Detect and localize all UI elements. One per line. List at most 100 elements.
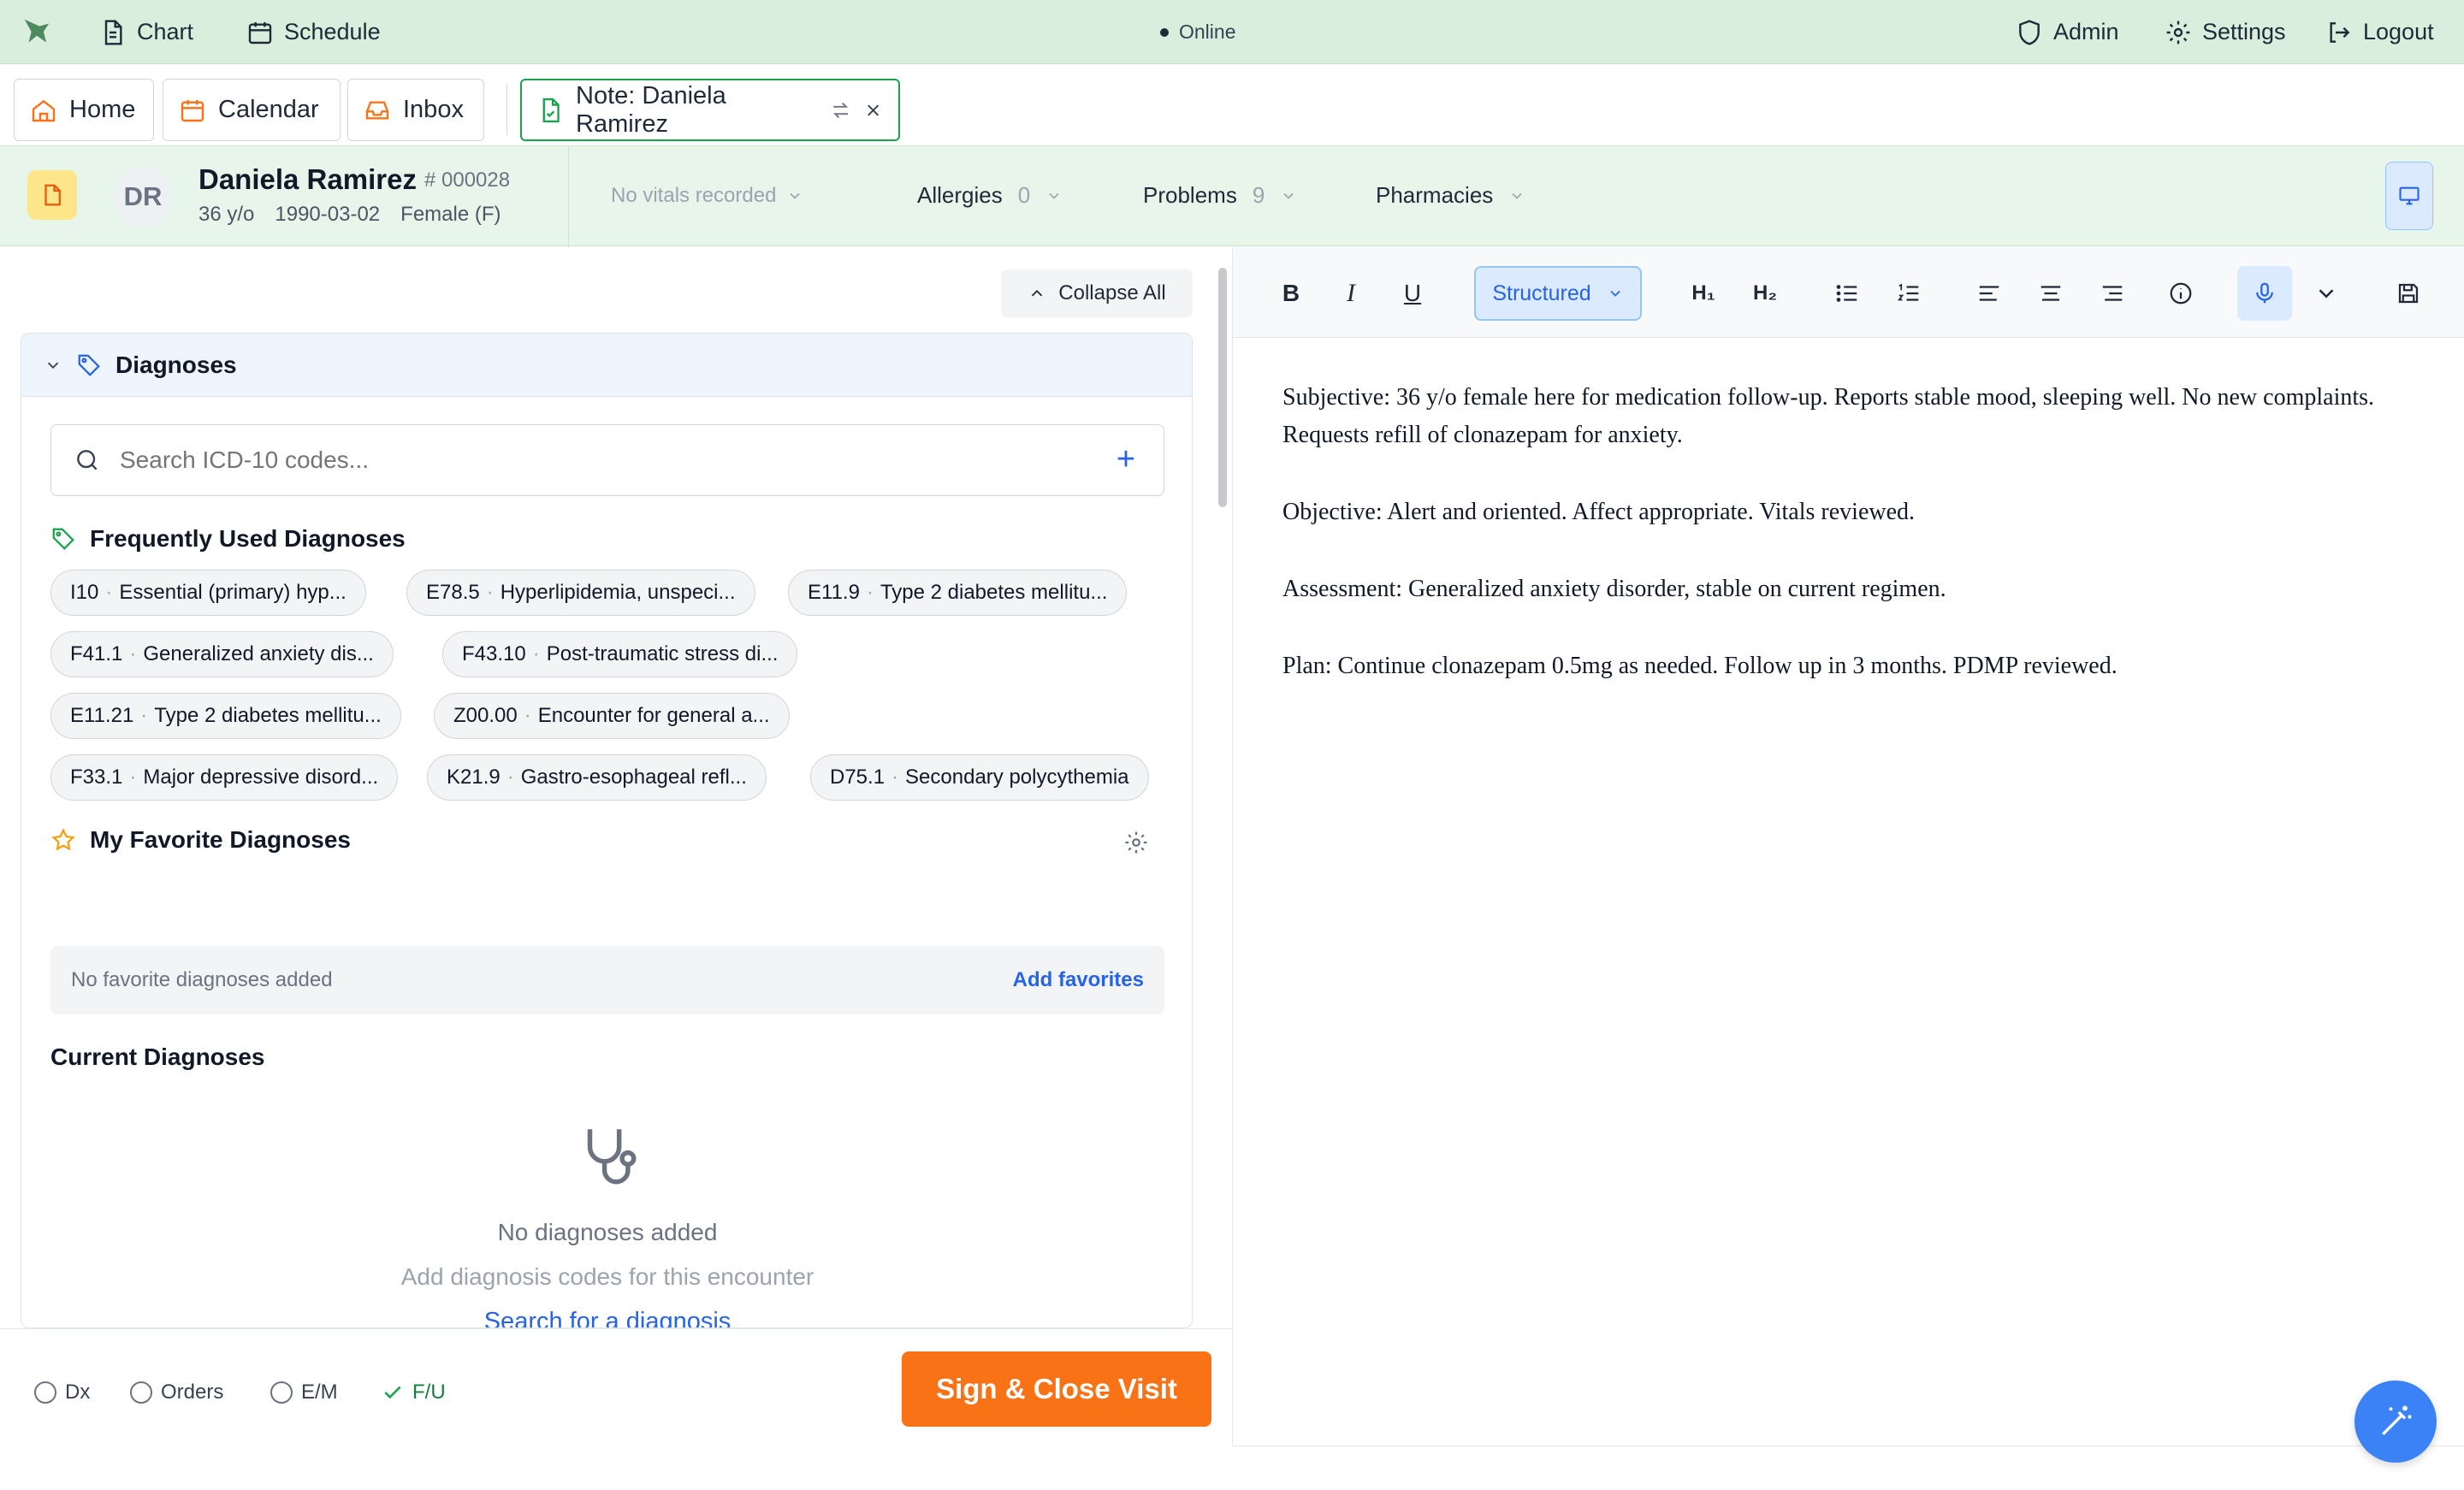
italic-button[interactable]: I <box>1332 275 1370 312</box>
add-diagnosis-plus-icon[interactable]: + <box>1112 443 1140 476</box>
note-content[interactable]: Subjective: 36 y/o female here for medic… <box>1282 379 2395 724</box>
problems-dropdown[interactable]: Problems 9 <box>1143 182 1297 209</box>
checklist-em[interactable]: E/M <box>270 1381 338 1404</box>
monitor-toggle-button[interactable] <box>2385 162 2433 230</box>
diagnoses-header[interactable]: Diagnoses <box>21 334 1192 397</box>
allergies-label: Allergies <box>917 182 1003 208</box>
add-favorites-link[interactable]: Add favorites <box>1013 968 1144 992</box>
chevron-down-icon <box>47 362 59 369</box>
diagnosis-chip[interactable]: F33.1 · Major depressive disord... <box>50 754 399 801</box>
chip-separator: · <box>486 581 494 604</box>
chevron-down-icon <box>1512 192 1522 199</box>
favorites-empty-state: No favorite diagnoses added Add favorite… <box>50 946 1164 1014</box>
diagnosis-chip[interactable]: F41.1 · Generalized anxiety dis... <box>50 631 394 677</box>
more-options-button[interactable] <box>2307 275 2345 312</box>
chevron-down-icon <box>2319 289 2334 299</box>
chip-desc: Encounter for general a... <box>537 704 770 727</box>
dictation-button[interactable] <box>2237 266 2292 321</box>
sign-close-visit-button[interactable]: Sign & Close Visit <box>902 1351 1211 1427</box>
bullet-list-button[interactable] <box>1828 275 1866 312</box>
problems-count: 9 <box>1252 182 1265 208</box>
shield-icon <box>2019 19 2040 45</box>
tab-home[interactable]: Home <box>14 79 154 141</box>
note-objective: Objective: Alert and oriented. Affect ap… <box>1282 499 1916 525</box>
pharmacies-dropdown[interactable]: Pharmacies <box>1376 182 1525 209</box>
chevron-down-icon <box>790 192 801 199</box>
checklist-fu-label: F/U <box>412 1381 446 1404</box>
icd-search-input[interactable] <box>120 446 1061 474</box>
tab-bar: Home Calendar Inbox Note: Daniela Ramire… <box>0 65 2464 145</box>
checklist-em-label: E/M <box>301 1381 338 1404</box>
calendar-icon <box>248 21 272 44</box>
nav-admin[interactable]: Admin <box>2016 0 2119 64</box>
checklist-fu[interactable]: F/U <box>382 1381 446 1404</box>
heading2-button[interactable]: H₂ <box>1746 275 1784 312</box>
chip-separator: · <box>891 766 899 789</box>
patient-doc-button[interactable] <box>27 170 77 220</box>
tag-icon <box>78 354 100 376</box>
nav-admin-label: Admin <box>2053 19 2119 44</box>
ai-assist-button[interactable] <box>2354 1381 2437 1463</box>
chip-separator: · <box>129 766 137 789</box>
nav-settings[interactable]: Settings <box>2165 0 2286 64</box>
swap-icon[interactable] <box>830 99 851 121</box>
info-button[interactable] <box>2162 275 2200 312</box>
diagnosis-chip[interactable]: E78.5 · Hyperlipidemia, unspeci... <box>406 570 755 616</box>
chevron-down-icon <box>1283 192 1294 199</box>
heading1-button[interactable]: H₁ <box>1685 275 1722 312</box>
chip-separator: · <box>129 642 137 665</box>
note-mode-select[interactable]: Structured <box>1474 266 1642 321</box>
vitals-dropdown[interactable]: No vitals recorded <box>611 184 803 208</box>
diagnosis-chip[interactable]: I10 · Essential (primary) hyp... <box>50 570 366 616</box>
chip-desc: Major depressive disord... <box>143 766 379 789</box>
patient-dob: 1990-03-02 <box>275 203 381 226</box>
patient-name[interactable]: Daniela Ramirez <box>198 163 417 196</box>
numbered-list-button[interactable] <box>1890 275 1928 312</box>
nav-chart[interactable]: Chart <box>99 0 193 64</box>
checklist-dx[interactable]: Dx <box>34 1381 90 1404</box>
align-center-button[interactable] <box>2032 275 2070 312</box>
diagnoses-panel: Diagnoses + Frequently Used Diagnoses I1… <box>21 333 1193 1328</box>
nav-schedule[interactable]: Schedule <box>246 0 381 64</box>
diagnosis-chip[interactable]: E11.9 · Type 2 diabetes mellitu... <box>788 570 1128 616</box>
allergies-dropdown[interactable]: Allergies 0 <box>917 182 1063 209</box>
tag-icon <box>52 528 74 550</box>
align-right-button[interactable] <box>2094 275 2131 312</box>
no-diagnoses-title: No diagnoses added <box>497 1219 718 1245</box>
checklist-orders[interactable]: Orders <box>130 1381 223 1404</box>
diagnosis-chip[interactable]: Z00.00 · Encounter for general a... <box>434 693 790 739</box>
diagnosis-chip[interactable]: F43.10 · Post-traumatic stress di... <box>442 631 798 677</box>
underline-button[interactable]: U <box>1394 275 1431 312</box>
allergies-count: 0 <box>1017 182 1031 208</box>
chip-desc: Generalized anxiety dis... <box>143 642 374 665</box>
tab-note-daniela-ramirez[interactable]: Note: Daniela Ramirez <box>520 79 900 141</box>
note-plan: Plan: Continue clonazepam 0.5mg as neede… <box>1282 653 2118 679</box>
close-icon[interactable] <box>863 100 883 121</box>
current-diagnoses-title: Current Diagnoses <box>50 1044 265 1070</box>
chip-separator: · <box>506 766 514 789</box>
nav-chart-label: Chart <box>137 19 194 44</box>
align-left-button[interactable] <box>1970 275 2008 312</box>
diagnosis-chip[interactable]: D75.1 · Secondary polycythemia <box>810 754 1149 801</box>
search-icon <box>77 450 98 470</box>
chip-code: F33.1 <box>70 766 123 789</box>
collapse-all-button[interactable]: Collapse All <box>1001 269 1193 317</box>
note-editor: B I U Structured H₁ H₂ Subjective: 36 y/… <box>1232 247 2464 1445</box>
chip-separator: · <box>524 704 531 727</box>
chip-desc: Gastro-esophageal refl... <box>520 766 747 789</box>
checkmark-icon <box>384 1386 401 1399</box>
favorite-diagnoses-title: My Favorite Diagnoses <box>90 826 351 853</box>
nav-logout[interactable]: Logout <box>2325 0 2434 64</box>
search-diagnosis-link[interactable]: Search for a diagnosis <box>21 1308 1192 1327</box>
save-button[interactable] <box>2390 275 2427 312</box>
app-logo-icon[interactable] <box>21 15 53 48</box>
chip-desc: Type 2 diabetes mellitu... <box>880 581 1108 604</box>
tab-calendar[interactable]: Calendar <box>163 79 341 141</box>
bold-button[interactable]: B <box>1272 275 1310 312</box>
gear-icon[interactable] <box>1123 830 1149 855</box>
diagnosis-chip[interactable]: K21.9 · Gastro-esophageal refl... <box>427 754 767 801</box>
chip-desc: Secondary polycythemia <box>905 766 1129 789</box>
diagnosis-chip[interactable]: E11.21 · Type 2 diabetes mellitu... <box>50 693 401 739</box>
left-pane-scrollbar[interactable] <box>1218 268 1227 507</box>
tab-inbox[interactable]: Inbox <box>347 79 484 141</box>
